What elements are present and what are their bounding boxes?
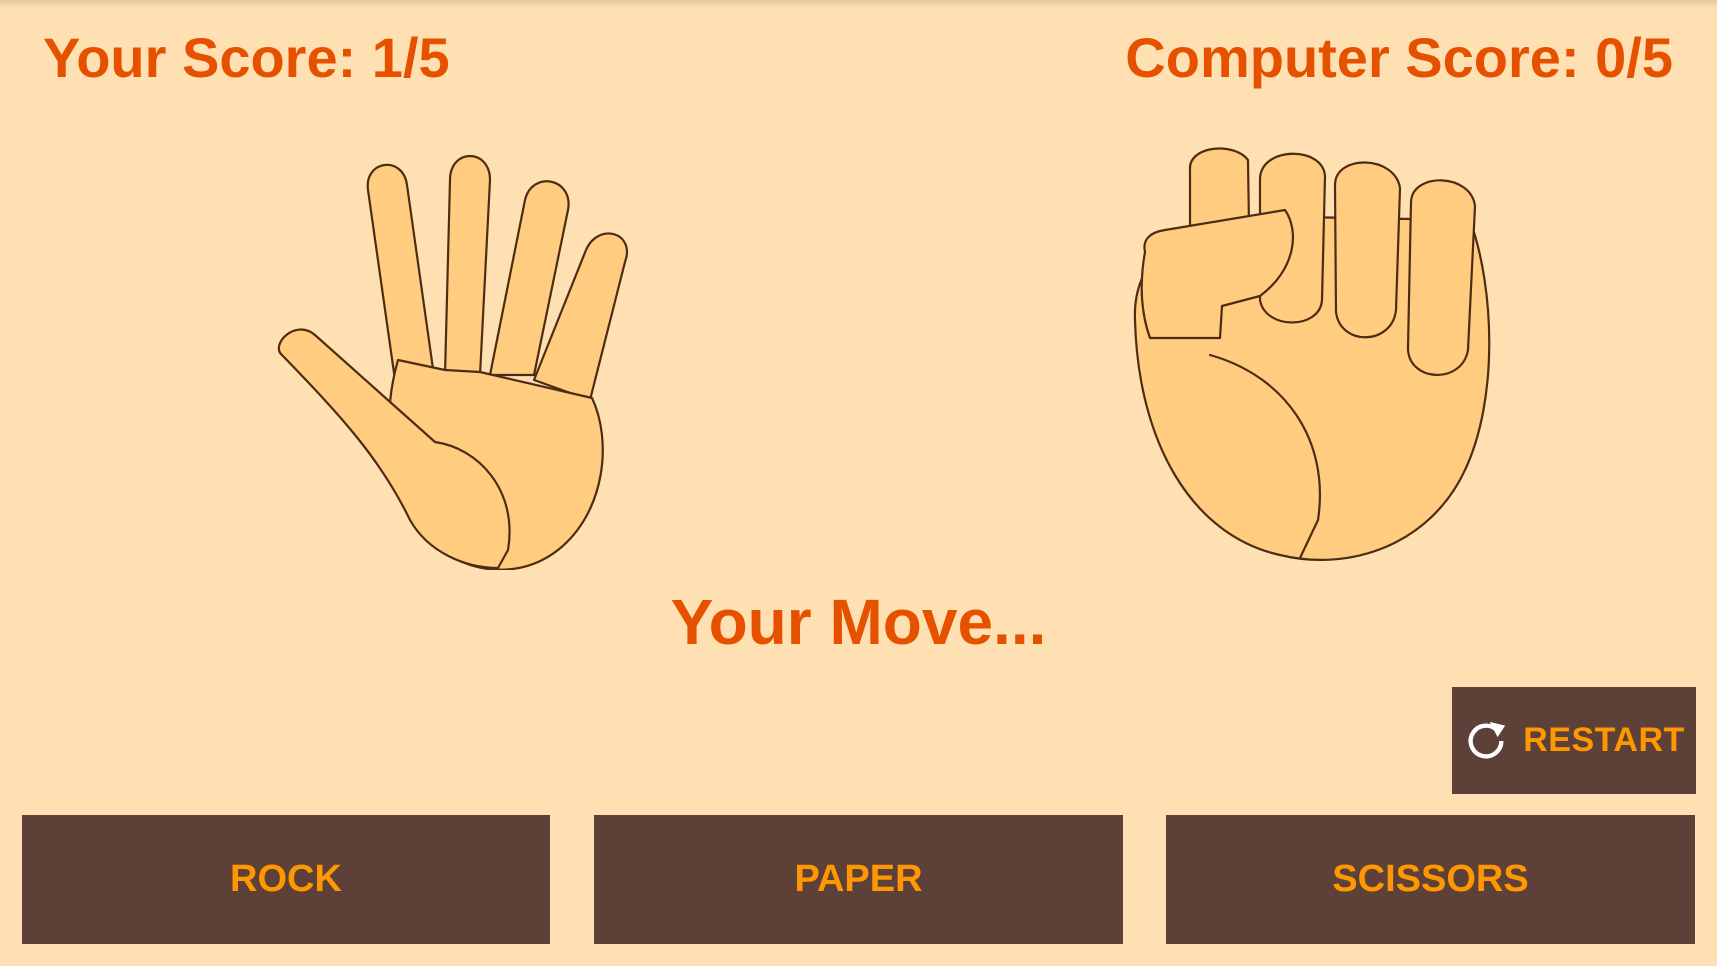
player-score: Your Score: 1/5 [43, 26, 450, 89]
restart-button[interactable]: RESTART [1452, 687, 1696, 794]
paper-button[interactable]: PAPER [594, 815, 1123, 944]
status-message: Your Move... [670, 586, 1047, 658]
paper-hand-icon [260, 140, 680, 570]
restart-label: RESTART [1523, 721, 1685, 759]
rock-fist-icon [1120, 140, 1540, 570]
scissors-button[interactable]: SCISSORS [1166, 815, 1695, 944]
refresh-icon [1468, 721, 1506, 758]
rock-button[interactable]: ROCK [22, 815, 550, 944]
computer-score: Computer Score: 0/5 [1125, 26, 1673, 89]
top-shadow [0, 0, 1717, 8]
